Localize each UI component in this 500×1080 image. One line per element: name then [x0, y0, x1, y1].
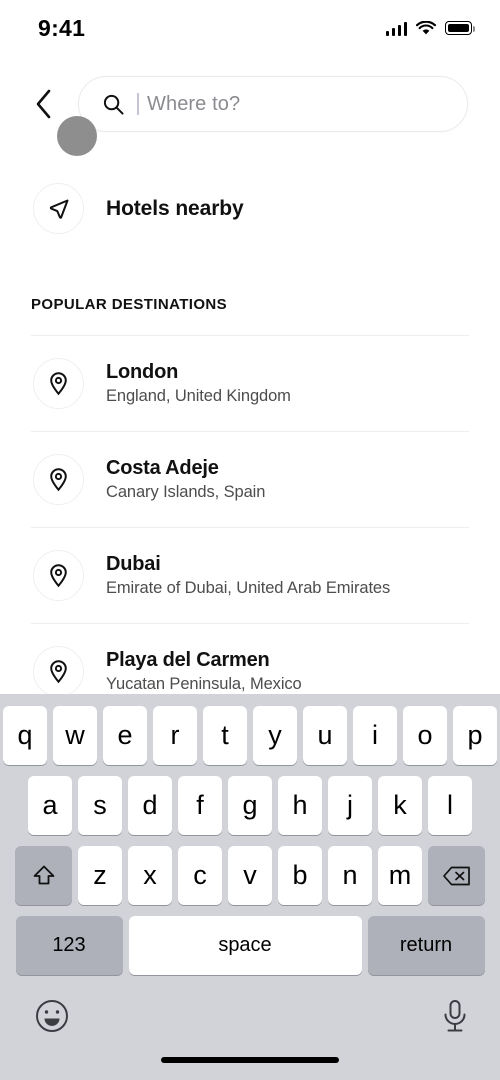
key-w[interactable]: w: [53, 706, 97, 765]
list-item-playa-del-carmen[interactable]: Playa del Carmen Yucatan Peninsula, Mexi…: [0, 624, 500, 694]
space-key[interactable]: space: [128, 916, 362, 975]
section-header-popular-destinations: POPULAR DESTINATIONS: [31, 296, 228, 313]
list-item-london[interactable]: London England, United Kingdom: [0, 336, 500, 431]
key-q[interactable]: q: [3, 706, 47, 765]
keyboard-row-4: 123 space return: [0, 905, 500, 975]
destination-subtitle: England, United Kingdom: [106, 387, 291, 405]
destination-subtitle: Emirate of Dubai, United Arab Emirates: [106, 579, 391, 597]
emoji-smiley-icon: [36, 1000, 68, 1032]
destination-name: London: [106, 361, 179, 383]
key-j[interactable]: j: [328, 776, 372, 835]
key-m[interactable]: m: [378, 846, 422, 905]
destination-icon-circle: [33, 358, 84, 409]
key-k[interactable]: k: [378, 776, 422, 835]
hotels-nearby-item[interactable]: Hotels nearby: [0, 155, 500, 234]
key-r[interactable]: r: [153, 706, 197, 765]
map-pin-icon: [50, 660, 67, 684]
key-f[interactable]: f: [178, 776, 222, 835]
destination-text: Playa del Carmen Yucatan Peninsula, Mexi…: [106, 649, 302, 694]
list-item-costa-adeje[interactable]: Costa Adeje Canary Islands, Spain: [0, 432, 500, 527]
destination-icon-circle: [33, 454, 84, 505]
suggestions-panel: Hotels nearby POPULAR DESTINATIONS Londo…: [0, 155, 500, 694]
map-pin-icon: [50, 372, 67, 396]
emoji-key[interactable]: [34, 998, 70, 1039]
text-cursor: [137, 93, 139, 115]
key-n[interactable]: n: [328, 846, 372, 905]
hotels-nearby-label: Hotels nearby: [106, 196, 244, 220]
key-y[interactable]: y: [253, 706, 297, 765]
back-button[interactable]: [26, 82, 60, 126]
destination-subtitle: Canary Islands, Spain: [106, 483, 266, 501]
list-item-dubai[interactable]: Dubai Emirate of Dubai, United Arab Emir…: [0, 528, 500, 623]
dictation-key[interactable]: [440, 998, 470, 1041]
shift-arrow-icon: [33, 865, 54, 884]
keyboard-row-3: z x c v b n m: [0, 835, 500, 905]
destination-text: Costa Adeje Canary Islands, Spain: [106, 457, 265, 502]
cellular-bars-icon: [385, 21, 407, 36]
key-o[interactable]: o: [403, 706, 447, 765]
key-h[interactable]: h: [278, 776, 322, 835]
destination-list: London England, United Kingdom Costa Ade…: [0, 335, 500, 694]
destination-subtitle: Yucatan Peninsula, Mexico: [106, 675, 302, 693]
nearby-icon-circle: [33, 183, 84, 234]
key-p[interactable]: p: [453, 706, 497, 765]
keyboard-row-1: q w e r t y u i o p: [0, 694, 500, 765]
destination-icon-circle: [33, 550, 84, 601]
map-pin-icon: [50, 468, 67, 492]
key-x[interactable]: x: [128, 846, 172, 905]
phone-screen: 9:41 Where to? Hotels nearby POPULAR DES…: [0, 0, 500, 1080]
numbers-key[interactable]: 123: [15, 916, 123, 975]
search-icon: [103, 94, 124, 115]
destination-name: Playa del Carmen: [106, 649, 270, 671]
status-bar-indicators: [385, 20, 475, 36]
key-d[interactable]: d: [128, 776, 172, 835]
microphone-icon: [444, 1000, 466, 1032]
key-l[interactable]: l: [428, 776, 472, 835]
keyboard-row-2: a s d f g h j k l: [0, 765, 500, 835]
key-s[interactable]: s: [78, 776, 122, 835]
key-g[interactable]: g: [228, 776, 272, 835]
keyboard-bottom-bar: [0, 984, 500, 1080]
chevron-left-icon: [36, 89, 50, 119]
key-i[interactable]: i: [353, 706, 397, 765]
search-input[interactable]: Where to?: [78, 76, 468, 132]
destination-name: Costa Adeje: [106, 457, 219, 479]
backspace-delete-icon: [442, 866, 470, 885]
key-t[interactable]: t: [203, 706, 247, 765]
destination-icon-circle: [33, 646, 84, 694]
on-screen-keyboard: q w e r t y u i o p a s d f g h j k l z …: [0, 694, 500, 1080]
search-header: Where to?: [0, 56, 500, 211]
destination-name: Dubai: [106, 553, 161, 575]
status-bar: 9:41: [0, 0, 500, 56]
destination-text: Dubai Emirate of Dubai, United Arab Emir…: [106, 553, 390, 598]
key-v[interactable]: v: [228, 846, 272, 905]
key-u[interactable]: u: [303, 706, 347, 765]
status-bar-clock: 9:41: [38, 14, 86, 41]
return-key[interactable]: return: [367, 916, 485, 975]
backspace-key[interactable]: [428, 846, 485, 905]
battery-full-icon: [445, 21, 475, 35]
shift-key[interactable]: [15, 846, 72, 905]
key-c[interactable]: c: [178, 846, 222, 905]
navigation-arrow-icon: [49, 199, 68, 219]
key-e[interactable]: e: [103, 706, 147, 765]
search-placeholder: Where to?: [147, 92, 241, 115]
key-z[interactable]: z: [78, 846, 122, 905]
wifi-icon: [416, 20, 436, 34]
key-a[interactable]: a: [28, 776, 72, 835]
map-pin-icon: [50, 564, 67, 588]
key-b[interactable]: b: [278, 846, 322, 905]
home-indicator: [161, 1057, 339, 1063]
destination-text: London England, United Kingdom: [106, 361, 291, 406]
